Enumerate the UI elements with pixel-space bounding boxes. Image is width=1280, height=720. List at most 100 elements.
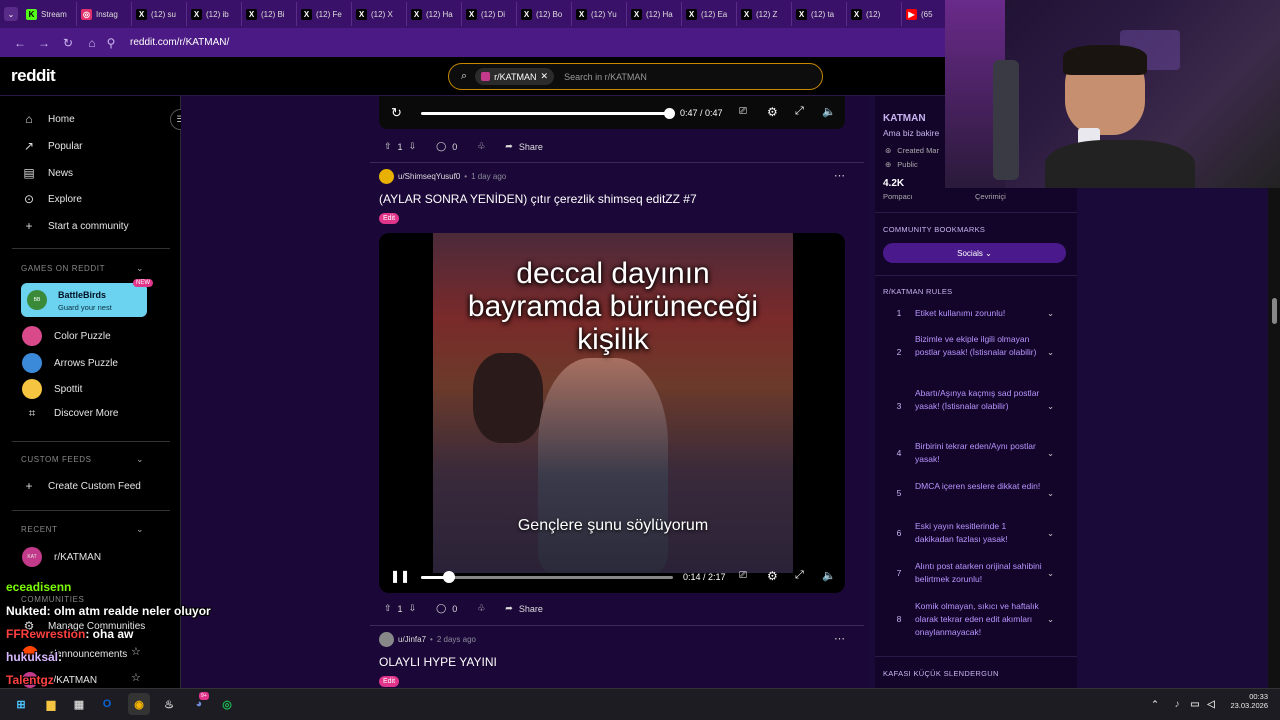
progress-bar[interactable] bbox=[421, 576, 673, 579]
browser-tab[interactable]: X (12) Ha bbox=[627, 2, 682, 26]
chevron-down-icon[interactable]: ⌄ bbox=[1047, 527, 1063, 540]
sidebar-game-arrows-puzzle[interactable]: Arrows Puzzle bbox=[22, 353, 118, 373]
rule-item[interactable]: 6 Eski yayın kesitlerinde 1 dakikadan faz… bbox=[883, 520, 1063, 546]
chevron-down-icon[interactable]: ⌄ bbox=[1047, 487, 1063, 500]
rule-item[interactable]: 7 Alıntı post atarken orijinal sahibini b… bbox=[883, 560, 1063, 586]
browser-tab[interactable]: X (12) Bo bbox=[517, 2, 572, 26]
sidebar-item-start-a-community[interactable]: + Start a community bbox=[22, 219, 128, 233]
share-button[interactable]: ➦ Share bbox=[505, 141, 543, 152]
search-input[interactable]: Search in r/KATMAN bbox=[564, 72, 647, 82]
more-options-icon[interactable]: ⋯ bbox=[834, 169, 845, 182]
browser-tab[interactable]: X (12) su bbox=[132, 2, 187, 26]
volume-tray-icon[interactable]: ◁ bbox=[1200, 693, 1222, 715]
create-custom-feed[interactable]: + Create Custom Feed bbox=[22, 479, 140, 493]
sidebar-item-popular[interactable]: ↗ Popular bbox=[22, 139, 83, 153]
sidebar-game-discover-more[interactable]: ⌗ Discover More bbox=[22, 406, 119, 420]
browser-tab[interactable]: X (12) Ha bbox=[407, 2, 462, 26]
chevron-down-icon[interactable]: ⌄ bbox=[136, 454, 144, 465]
url-field[interactable]: reddit.com/r/KATMAN/ bbox=[130, 37, 229, 48]
settings-icon[interactable]: ⚙ bbox=[767, 569, 778, 583]
reddit-logo[interactable]: reddit bbox=[11, 66, 56, 86]
browser-tab[interactable]: X (12) ib bbox=[187, 2, 242, 26]
award-icon[interactable]: ♧ bbox=[477, 141, 485, 152]
comments-button[interactable]: ◯ 0 bbox=[436, 603, 457, 614]
browser-tab[interactable]: X (12) Z bbox=[737, 2, 792, 26]
site-info-icon[interactable]: ⚲ bbox=[104, 36, 118, 50]
rule-item[interactable]: 4 Birbirini tekrar eden/Aynı postlar yasa… bbox=[883, 440, 1063, 466]
chevron-down-icon[interactable]: ⌄ bbox=[1047, 307, 1063, 320]
sidebar-item-home[interactable]: ⌂ Home bbox=[22, 112, 74, 126]
volume-icon[interactable]: 🔈 bbox=[822, 105, 836, 118]
award-icon[interactable]: ♧ bbox=[477, 603, 485, 614]
rule-item[interactable]: 1 Etiket kullanımı zorunlu! ⌄ bbox=[883, 307, 1063, 320]
clock[interactable]: 00:33 23.03.2026 bbox=[1226, 692, 1268, 710]
rule-item[interactable]: 3 Abartı/Aşınya kaçmış sad postlar yasak!… bbox=[883, 387, 1063, 413]
more-options-icon[interactable]: ⋯ bbox=[834, 632, 845, 645]
browser-tab[interactable]: X (12) Yu bbox=[572, 2, 627, 26]
reload-icon[interactable]: ↻ bbox=[56, 36, 80, 50]
outlook-icon[interactable]: O bbox=[96, 693, 118, 715]
battlebirds-card[interactable]: BB BattleBirds Guard your nest NEW bbox=[21, 279, 153, 317]
sidebar-item-explore[interactable]: ⊙ Explore bbox=[22, 192, 82, 206]
post-title[interactable]: OLAYLI HYPE YAYINI bbox=[379, 655, 497, 669]
replay-icon[interactable]: ↻ bbox=[391, 105, 402, 121]
upvote-icon[interactable]: ⇧ bbox=[384, 603, 392, 614]
rule-item[interactable]: 5 DMCA içeren seslere dikkat edin! ⌄ bbox=[883, 480, 1063, 500]
post-title[interactable]: (AYLAR SONRA YENİDEN) çıtır çerezlik shi… bbox=[379, 192, 697, 206]
search-bar[interactable]: ⌕ r/KATMAN ✕ Search in r/KATMAN bbox=[448, 63, 823, 90]
browser-tab[interactable]: X (12) X bbox=[352, 2, 407, 26]
star-icon[interactable]: ☆ bbox=[131, 645, 141, 658]
sidebar-game-color-puzzle[interactable]: Color Puzzle bbox=[22, 326, 111, 346]
browser-tab[interactable]: X (12) Di bbox=[462, 2, 517, 26]
captions-icon[interactable]: ⎚ bbox=[739, 570, 747, 581]
browser-tab[interactable]: X (12) ta bbox=[792, 2, 847, 26]
chevron-down-icon[interactable]: ⌄ bbox=[1047, 613, 1063, 626]
browser-tab[interactable]: X (12) Bi bbox=[242, 2, 297, 26]
sidebar-game-spottit[interactable]: Spottit bbox=[22, 379, 82, 399]
volume-icon[interactable]: 🔈 bbox=[822, 569, 836, 582]
post-flair[interactable]: Edit bbox=[379, 676, 400, 687]
chevron-down-icon[interactable]: ⌄ bbox=[1047, 567, 1063, 580]
sidebar-item-news[interactable]: ▤ News bbox=[22, 166, 73, 180]
rule-item[interactable]: 8 Komik olmayan, sıkıcı ve haftalık olara… bbox=[883, 600, 1063, 639]
post-flair[interactable]: Edit bbox=[379, 213, 400, 224]
tray-chevron-icon[interactable]: ⌃ bbox=[1144, 693, 1166, 715]
recent-item-katman[interactable]: KAT r/KATMAN bbox=[22, 547, 101, 567]
upvote-icon[interactable]: ⇧ bbox=[384, 141, 392, 152]
tab-search-button[interactable]: ⌄ bbox=[4, 7, 18, 21]
windows-start-icon[interactable]: ⊞ bbox=[10, 693, 32, 715]
progress-bar[interactable] bbox=[421, 112, 669, 115]
chevron-down-icon[interactable]: ⌄ bbox=[136, 263, 144, 274]
comments-button[interactable]: ◯ 0 bbox=[436, 141, 457, 152]
fullscreen-icon[interactable]: ⤢ bbox=[795, 105, 804, 118]
chevron-down-icon[interactable]: ⌄ bbox=[136, 524, 144, 535]
socials-dropdown[interactable]: Socials ⌄ bbox=[883, 243, 1066, 263]
progress-handle[interactable] bbox=[664, 108, 675, 119]
browser-tab[interactable]: X (12) Ea bbox=[682, 2, 737, 26]
downvote-icon[interactable]: ⇩ bbox=[409, 141, 417, 152]
browser-tab[interactable]: ◎ Instag bbox=[77, 2, 132, 26]
chevron-down-icon[interactable]: ⌄ bbox=[1047, 346, 1063, 359]
chevron-down-icon[interactable]: ⌄ bbox=[1047, 447, 1063, 460]
post-author[interactable]: u/Jinfa7 bbox=[398, 635, 426, 644]
star-icon[interactable]: ☆ bbox=[131, 671, 141, 684]
user-avatar[interactable] bbox=[379, 632, 394, 647]
close-icon[interactable]: ✕ bbox=[541, 71, 549, 82]
store-icon[interactable]: ▦ bbox=[68, 693, 90, 715]
chrome-icon[interactable]: ◉ bbox=[128, 693, 150, 715]
post-author[interactable]: u/ShimseqYusuf0 bbox=[398, 172, 460, 181]
steam-icon[interactable]: ♨ bbox=[158, 693, 180, 715]
user-avatar[interactable] bbox=[379, 169, 394, 184]
fullscreen-icon[interactable]: ⤢ bbox=[795, 569, 804, 582]
downvote-icon[interactable]: ⇩ bbox=[409, 603, 417, 614]
spotify-icon[interactable]: ◎ bbox=[216, 693, 238, 715]
chevron-down-icon[interactable]: ⌄ bbox=[1047, 400, 1063, 413]
home-button-icon[interactable]: ⌂ bbox=[80, 36, 104, 50]
settings-icon[interactable]: ⚙ bbox=[767, 105, 778, 119]
back-icon[interactable]: ← bbox=[8, 36, 32, 50]
progress-handle[interactable] bbox=[443, 571, 455, 583]
scrollbar-thumb[interactable] bbox=[1272, 298, 1277, 324]
share-button[interactable]: ➦ Share bbox=[505, 603, 543, 614]
pause-icon[interactable]: ❚❚ bbox=[390, 569, 410, 583]
captions-icon[interactable]: ⎚ bbox=[739, 106, 747, 117]
